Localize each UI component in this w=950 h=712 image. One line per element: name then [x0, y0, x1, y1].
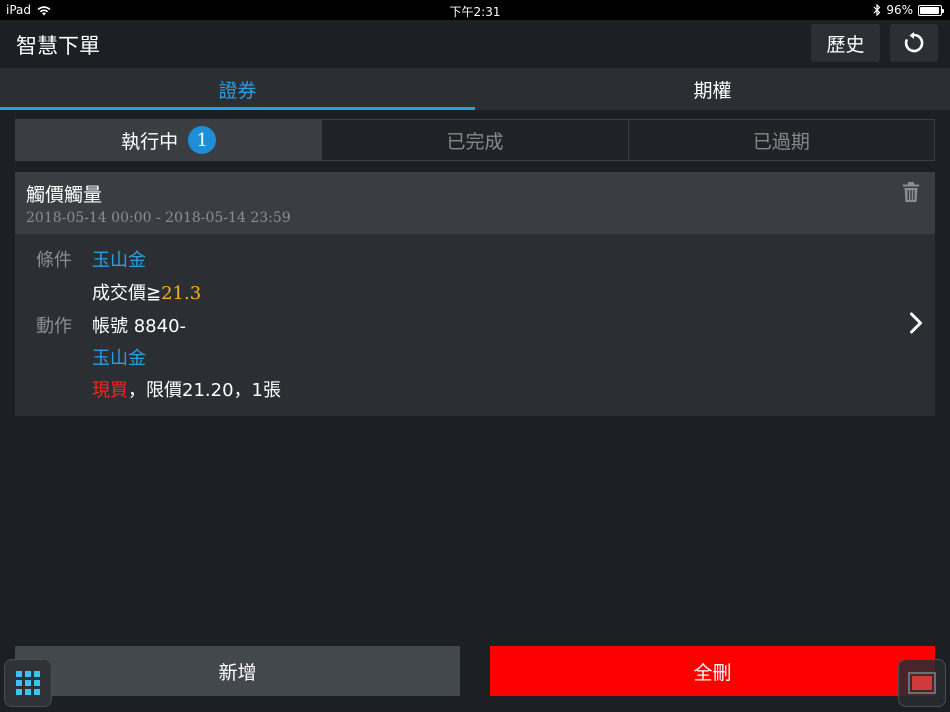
order-card-header: 觸價觸量 2018-05-14 00:00 - 2018-05-14 23:59	[15, 172, 935, 234]
order-card-body: 條件 玉山金 成交價≧21.3 動作 帳號 8840- 玉山金 現買，限價21.…	[15, 234, 935, 416]
condition-text: 成交價≧	[92, 283, 162, 304]
screen-toggle-button[interactable]	[898, 659, 946, 707]
order-title: 觸價觸量	[26, 184, 103, 206]
refresh-icon	[904, 32, 924, 53]
segment-completed[interactable]: 已完成	[321, 120, 628, 160]
delete-all-button[interactable]: 全刪	[490, 646, 935, 696]
history-button[interactable]: 歷史	[811, 24, 880, 62]
condition-stock: 玉山金	[92, 250, 146, 271]
tab-securities[interactable]: 證券	[0, 68, 475, 110]
segment-executing-label: 執行中	[121, 130, 179, 153]
order-detail: ，限價21.20，1張	[128, 380, 281, 401]
delete-order-button[interactable]	[903, 182, 919, 206]
segment-expired[interactable]: 已過期	[627, 120, 934, 160]
condition-label: 條件	[36, 250, 72, 271]
segment-executing[interactable]: 執行中 1	[16, 120, 322, 160]
tab-options[interactable]: 期權	[475, 68, 950, 110]
account-text: 帳號 8840-	[92, 316, 187, 337]
add-button[interactable]: 新增	[15, 646, 460, 696]
menu-grid-button[interactable]	[4, 659, 52, 707]
nav-bar: 智慧下單 歷史	[0, 20, 950, 68]
status-bar: iPad 下午2:31 96%	[0, 0, 950, 20]
action-label: 動作	[36, 316, 72, 337]
market-tabs: 證券 期權	[0, 68, 950, 110]
battery-icon	[918, 4, 944, 16]
order-type: 現買	[92, 380, 128, 401]
clock: 下午2:31	[449, 5, 501, 19]
page-title: 智慧下單	[16, 34, 100, 58]
screen-icon	[908, 672, 936, 694]
bluetooth-icon	[873, 4, 881, 16]
battery-percent: 96%	[886, 3, 913, 17]
refresh-button[interactable]	[890, 24, 938, 62]
condition-value: 21.3	[161, 283, 202, 304]
trash-icon	[903, 182, 919, 202]
chevron-right-icon	[910, 312, 922, 334]
status-segment: 執行中 1 已完成 已過期	[15, 119, 935, 161]
grid-icon	[16, 671, 40, 695]
action-stock: 玉山金	[92, 348, 146, 369]
order-detail-button[interactable]	[909, 312, 923, 338]
order-card[interactable]: 觸價觸量 2018-05-14 00:00 - 2018-05-14 23:59…	[15, 172, 935, 416]
count-badge: 1	[188, 126, 217, 154]
order-time-range: 2018-05-14 00:00 - 2018-05-14 23:59	[26, 210, 291, 226]
